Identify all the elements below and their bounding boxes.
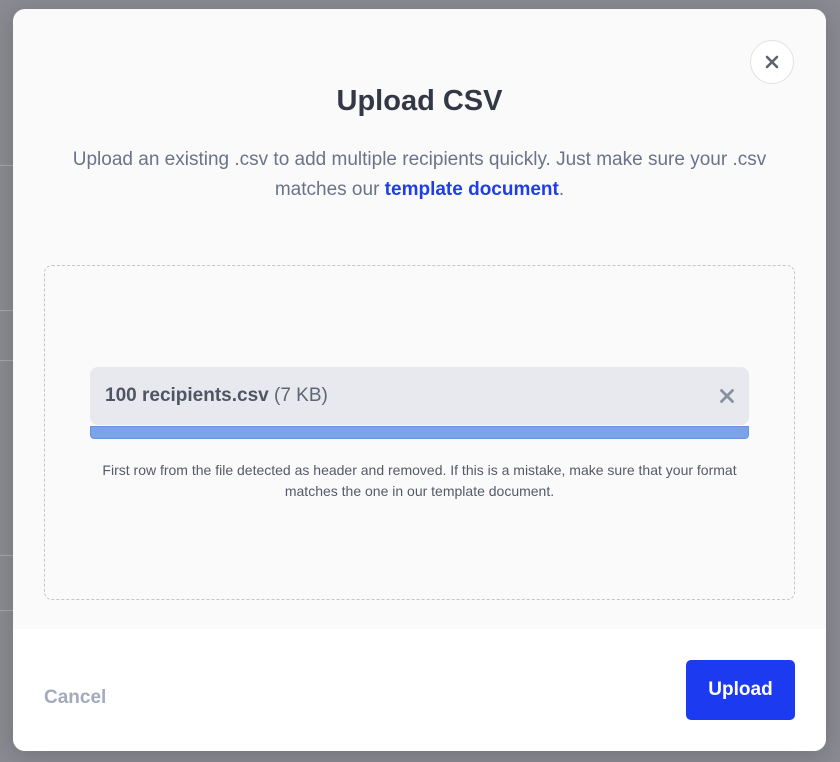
upload-progress-bar	[90, 426, 749, 439]
cancel-button[interactable]: Cancel	[44, 687, 106, 709]
close-icon	[765, 55, 779, 69]
modal-title: Upload CSV	[336, 85, 503, 117]
background-divider	[0, 555, 13, 556]
background-divider	[0, 360, 13, 361]
file-size: (7 KB)	[274, 385, 328, 406]
background-divider	[0, 310, 13, 311]
background-divider	[0, 165, 13, 166]
file-dropzone[interactable]: 100 recipients.csv (7 KB) First row from…	[44, 265, 795, 600]
upload-button[interactable]: Upload	[686, 660, 795, 720]
file-name: 100 recipients.csv	[105, 385, 269, 406]
template-document-link[interactable]: template document	[385, 179, 559, 200]
subtitle-end: .	[558, 179, 565, 200]
uploaded-file-chip: 100 recipients.csv (7 KB)	[90, 367, 749, 425]
background-divider	[0, 610, 13, 611]
remove-file-button[interactable]	[717, 386, 737, 406]
modal-footer: Cancel Upload	[13, 629, 826, 751]
close-icon	[720, 389, 734, 403]
header-removed-note: First row from the file detected as head…	[102, 462, 737, 499]
modal-subtitle: Upload an existing .csv to add multiple …	[63, 145, 776, 205]
file-label: 100 recipients.csv (7 KB)	[105, 385, 328, 407]
upload-progress-fill	[90, 426, 749, 439]
upload-csv-modal: Upload CSV Upload an existing .csv to ad…	[13, 9, 826, 751]
close-button[interactable]	[750, 40, 794, 84]
